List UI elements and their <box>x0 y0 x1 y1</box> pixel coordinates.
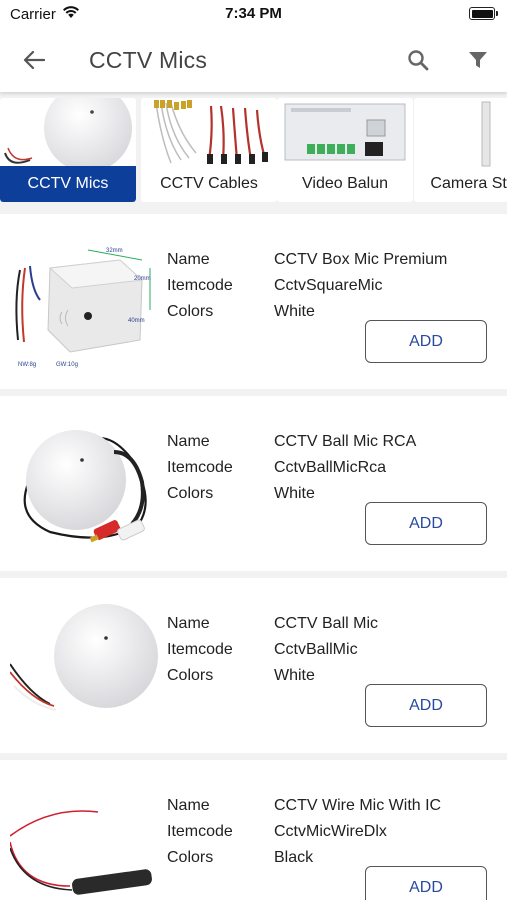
product-info: Name CCTV Ball Mic RCA Itemcode CctvBallMi… <box>167 429 416 507</box>
itemcode-label: Itemcode <box>167 277 233 294</box>
product-itemcode: CctvBallMicRca <box>274 459 387 476</box>
product-card[interactable]: Name CCTV Ball Mic Itemcode CctvBallMic Co… <box>0 578 507 753</box>
search-button[interactable] <box>402 44 434 76</box>
cables-thumbnail <box>141 98 277 170</box>
category-label: CCTV Mics <box>0 166 136 202</box>
clock: 7:34 PM <box>225 5 282 22</box>
product-itemcode: CctvBallMic <box>274 641 358 658</box>
category-cctv-mics[interactable]: CCTV Mics <box>0 98 136 202</box>
product-info: Name CCTV Ball Mic Itemcode CctvBallMic Co… <box>167 611 378 689</box>
product-itemcode: CctvMicWireDlx <box>274 823 387 840</box>
itemcode-label: Itemcode <box>167 641 233 658</box>
battery-icon <box>469 7 498 20</box>
product-card[interactable]: Name CCTV Wire Mic With IC Itemcode CctvMi… <box>0 760 507 900</box>
product-colors: Black <box>274 849 314 866</box>
video-balun-thumbnail <box>277 98 413 170</box>
dimension-height: 20mm <box>134 276 151 282</box>
app-bar: CCTV Mics <box>0 28 507 92</box>
product-name: CCTV Wire Mic With IC <box>274 797 442 814</box>
dimension-length: 40mm <box>128 318 145 324</box>
ball-mic-rca-image <box>23 430 147 543</box>
itemcode-label: Itemcode <box>167 823 233 840</box>
back-button[interactable] <box>18 44 50 76</box>
category-strip[interactable]: CCTV Mics CCTV Cables Video Balun Camera… <box>0 94 507 208</box>
add-button[interactable]: ADD <box>365 684 487 727</box>
search-icon <box>408 50 429 71</box>
name-label: Name <box>167 615 210 632</box>
net-weight: NW:8g <box>18 362 36 368</box>
name-label: Name <box>167 797 210 814</box>
ball-mic-image <box>10 604 158 711</box>
box-mic-image: 32mm 20mm 40mm NW:8g GW:10g <box>15 248 151 368</box>
product-info: Name CCTV Wire Mic With IC Itemcode CctvMi… <box>167 793 441 871</box>
filter-button[interactable] <box>462 44 494 76</box>
filter-icon <box>469 52 487 68</box>
add-button[interactable]: ADD <box>365 502 487 545</box>
dimension-width: 32mm <box>106 248 123 254</box>
product-itemcode: CctvSquareMic <box>274 277 383 294</box>
colors-label: Colors <box>167 849 214 866</box>
product-colors: White <box>274 667 315 684</box>
arrow-left-icon <box>23 50 45 70</box>
product-card[interactable]: 32mm 20mm 40mm NW:8g GW:10g Name CCTV Box… <box>0 214 507 389</box>
add-button[interactable]: ADD <box>365 866 487 900</box>
category-cctv-cables[interactable]: CCTV Cables <box>141 98 277 202</box>
product-colors: White <box>274 303 315 320</box>
colors-label: Colors <box>167 667 214 684</box>
ball-mic-thumbnail <box>0 98 136 170</box>
product-name: CCTV Box Mic Premium <box>274 251 448 268</box>
category-label: Camera Stand <box>430 175 507 192</box>
category-video-balun[interactable]: Video Balun <box>277 98 413 202</box>
colors-label: Colors <box>167 303 214 320</box>
category-label: CCTV Cables <box>160 175 258 192</box>
product-card[interactable]: Name CCTV Ball Mic RCA Itemcode CctvBallMi… <box>0 396 507 571</box>
colors-label: Colors <box>167 485 214 502</box>
name-label: Name <box>167 251 210 268</box>
status-bar: Carrier 7:34 PM <box>0 0 507 28</box>
page-title: CCTV Mics <box>89 47 208 73</box>
wire-mic-image <box>10 810 152 895</box>
product-name: CCTV Ball Mic <box>274 615 379 632</box>
category-camera-stand[interactable]: Camera Stand <box>414 98 507 202</box>
product-info: Name CCTV Box Mic Premium Itemcode CctvSqu… <box>167 247 447 325</box>
add-button[interactable]: ADD <box>365 320 487 363</box>
gross-weight: GW:10g <box>56 362 78 368</box>
product-colors: White <box>274 485 315 502</box>
product-name: CCTV Ball Mic RCA <box>274 433 417 450</box>
itemcode-label: Itemcode <box>167 459 233 476</box>
category-label: Video Balun <box>302 175 388 192</box>
camera-stand-thumbnail <box>414 98 507 170</box>
name-label: Name <box>167 433 210 450</box>
